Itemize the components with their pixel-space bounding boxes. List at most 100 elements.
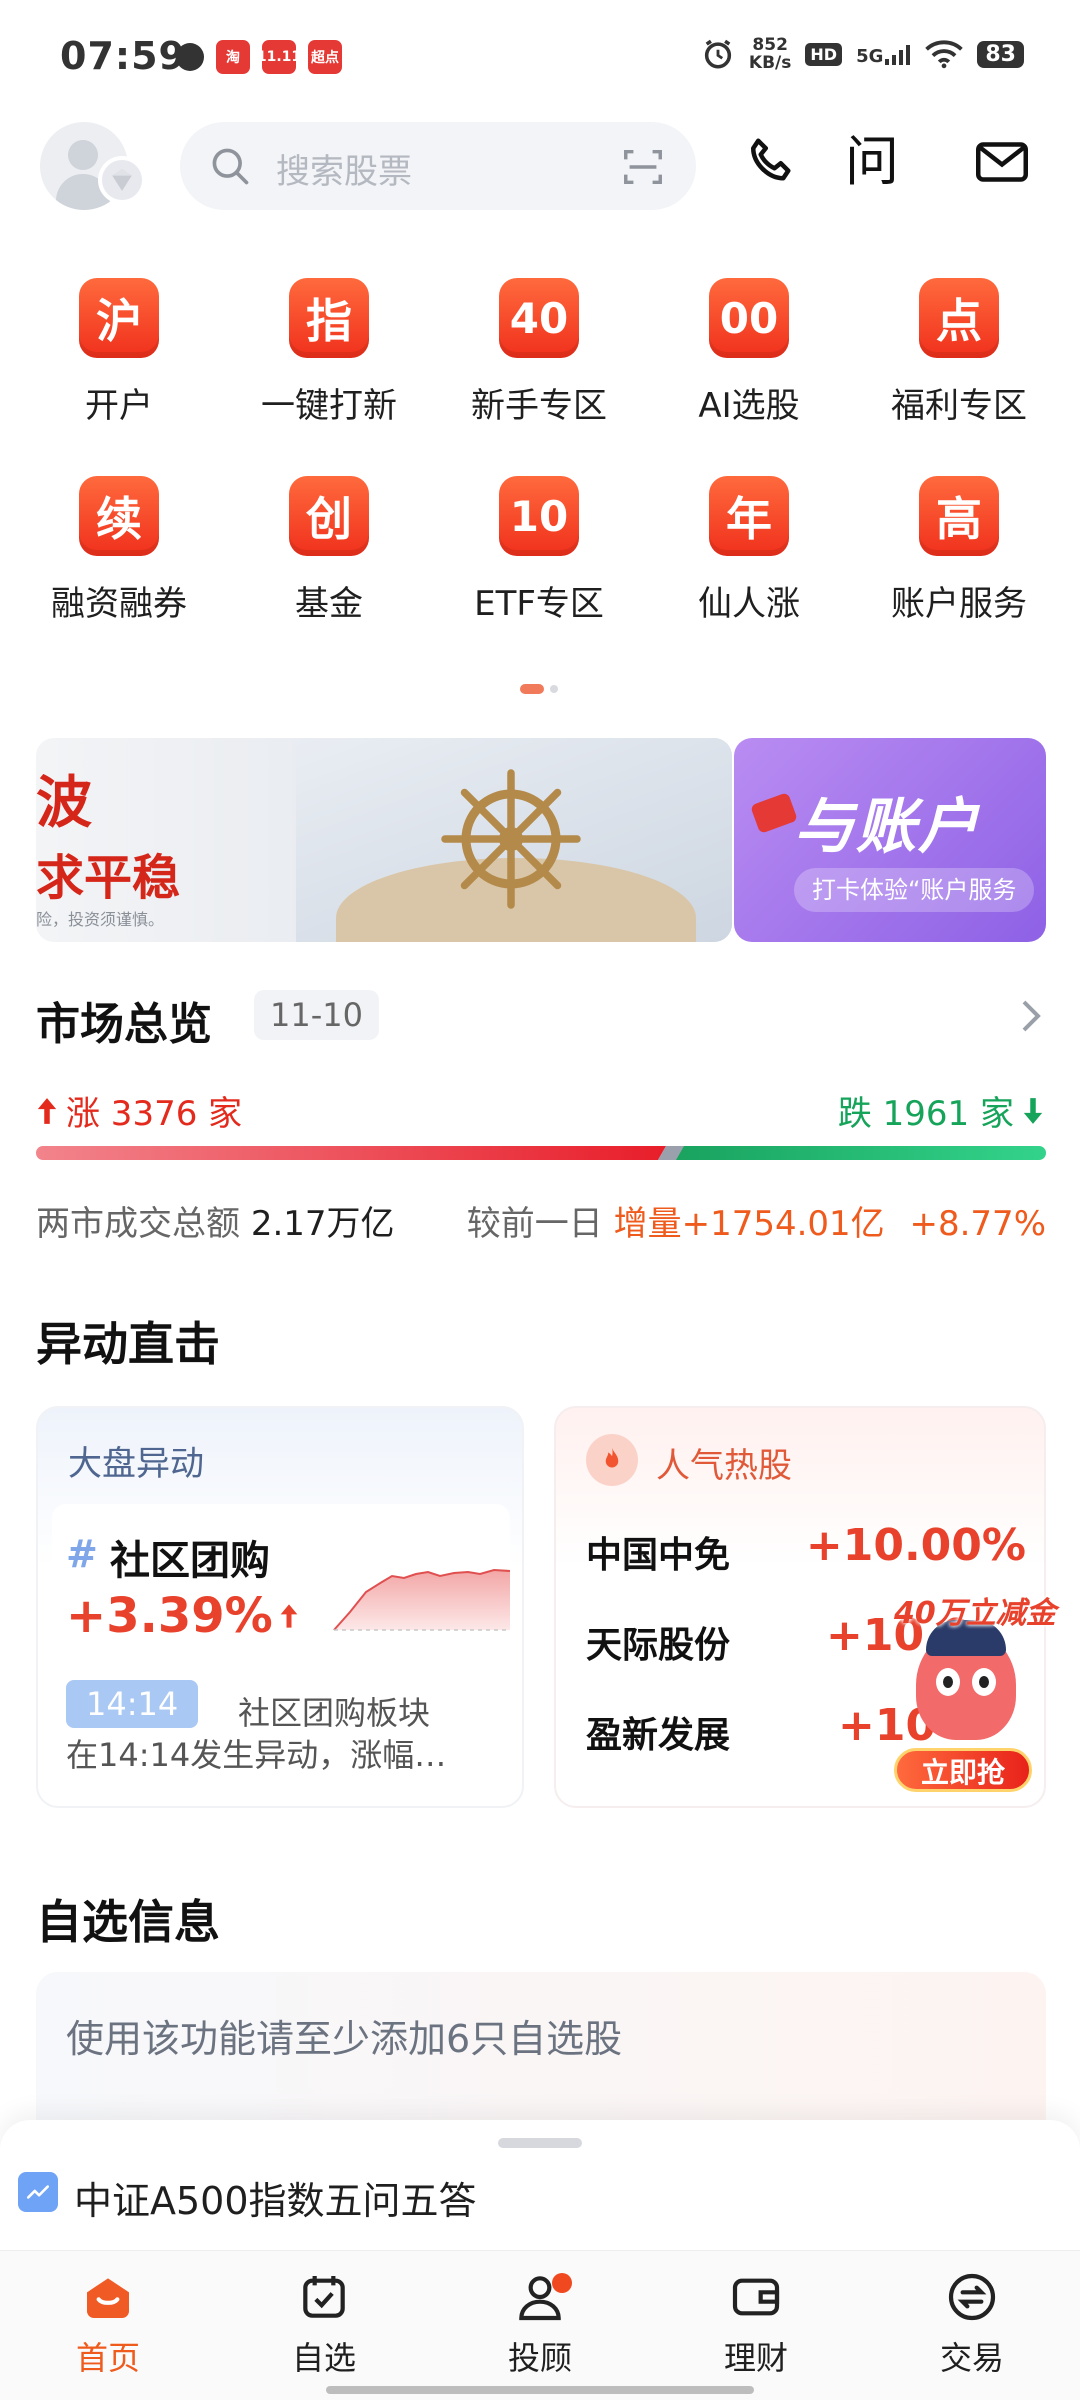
promo-float-widget[interactable]: 40万立减金 立即抢 [886, 1586, 1056, 1796]
hashtag-icon: # [66, 1532, 98, 1576]
search-icon [212, 148, 249, 185]
fund-icon: 创 [289, 476, 369, 556]
sheet-drag-handle[interactable] [498, 2138, 582, 2148]
sheet-headline: 中证A500指数五问五答 [74, 2179, 477, 2223]
grid-item-benefits[interactable]: 点 福利专区 [854, 278, 1064, 427]
turnover-compare: 较前一日 增量+1754.01亿 +8.77% [466, 1204, 1046, 1244]
open-account-icon: 沪 [79, 278, 159, 358]
anomaly-time-badge: 14:14 [66, 1680, 199, 1728]
banner1-subheadline: 求平稳 [36, 850, 181, 906]
promo-tag: 40万立减金 [894, 1596, 1056, 1631]
arrow-up-icon [280, 1604, 298, 1628]
mail-icon[interactable] [972, 132, 1032, 192]
home-icon [87, 2278, 129, 2318]
trend-chart-icon [18, 2172, 58, 2212]
network-speed: 852 KB/s [748, 35, 792, 73]
search-placeholder: 搜索股票 [276, 152, 412, 192]
decliners-count: 跌 1961 家 [838, 1086, 1044, 1135]
hot-stock-row[interactable]: 中国中免 +10.00% [586, 1520, 1026, 1586]
chevron-right-icon[interactable] [1018, 996, 1046, 1036]
nav-wealth[interactable]: 理财 [676, 2269, 836, 2379]
banner-steady-investing[interactable]: 波 求平稳 险，投资须谨慎。 [36, 738, 732, 942]
nav-home[interactable]: 首页 [28, 2269, 188, 2379]
shopping-app-icon: 11.11 [257, 40, 301, 74]
market-anomaly-title: 大盘异动 [68, 1444, 204, 1484]
grid-item-ipo[interactable]: 指 一键打新 [224, 278, 434, 427]
phone-icon[interactable] [742, 132, 802, 192]
advance-segment [36, 1146, 666, 1160]
cellular-signal-icon: 5G [856, 43, 911, 66]
nav-trade[interactable]: 交易 [892, 2269, 1052, 2379]
grid-item-xianrenzhang[interactable]: 年 仙人涨 [644, 476, 854, 625]
fire-icon [586, 1434, 638, 1486]
home-indicator [326, 2386, 754, 2394]
arrow-up-icon [37, 1097, 57, 1124]
red-envelope-icon [750, 792, 798, 834]
status-bar: 07:59 淘 11.11 超点 852 KB/s HD 5G 83 [0, 0, 1080, 110]
wen-icon[interactable]: 问 [842, 132, 902, 192]
grab-now-button[interactable]: 立即抢 [894, 1748, 1032, 1792]
grid-item-etf[interactable]: 10 ETF专区 [434, 476, 644, 625]
hot-stocks-title: 人气热股 [656, 1446, 792, 1486]
benefits-icon: 点 [919, 278, 999, 358]
arrow-down-icon [1023, 1097, 1043, 1124]
search-input[interactable]: 搜索股票 [180, 122, 696, 210]
banner2-title: 与账户 [794, 792, 980, 862]
grid-item-margin[interactable]: 续 融资融券 [14, 476, 224, 625]
news-bottom-sheet[interactable]: 中证A500指数五问五答 [0, 2120, 1080, 2250]
member-level-badge-icon [98, 156, 146, 204]
grid-item-open-account[interactable]: 沪 开户 [14, 278, 224, 427]
market-overview-title: 市场总览 [36, 999, 212, 1050]
system-status: 852 KB/s HD 5G 83 [701, 36, 1024, 72]
account-service-icon: 高 [919, 476, 999, 556]
network-indicator-icon [176, 43, 204, 71]
turnover-total: 两市成交总额 2.17万亿 [36, 1204, 395, 1244]
banner-account-service[interactable]: 与账户 打卡体验“账户服务 [734, 738, 1046, 942]
anomaly-section-title: 异动直击 [36, 1317, 220, 1371]
margin-trading-icon: 续 [79, 476, 159, 556]
wallet-icon [732, 2278, 780, 2316]
grid-item-ai-picks[interactable]: 00 AI选股 [644, 278, 854, 427]
sector-sparkline [333, 1568, 511, 1631]
trade-icon [948, 2273, 996, 2321]
advance-decline-bar [36, 1146, 1046, 1160]
newbie-icon: 40 [499, 278, 579, 358]
grid-item-fund[interactable]: 创 基金 [224, 476, 434, 625]
alarm-icon [704, 39, 732, 69]
taobao-app-icon: 淘 [216, 40, 250, 74]
battery-indicator: 83 [977, 40, 1024, 68]
anomaly-desc-line1: 社区团购板块 [238, 1694, 431, 1732]
sector-change: +3.39% [66, 1588, 299, 1644]
notification-dot [552, 2273, 572, 2293]
advancers-count: 涨 3376 家 [36, 1086, 242, 1135]
chaodian-app-icon: 超点 [308, 40, 342, 74]
mascot-icon [916, 1620, 1016, 1740]
notification-icons: 淘 11.11 超点 [176, 40, 342, 74]
xianrenzhang-icon: 年 [709, 476, 789, 556]
watchlist-section-title: 自选信息 [36, 1895, 220, 1949]
watchlist-empty-message: 使用该功能请至少添加6只自选股 [66, 2017, 623, 2061]
market-anomaly-card[interactable]: 大盘异动 # 社区团购 +3.39% 14:14 社区团购板块 在14:14发生… [36, 1406, 524, 1808]
ipo-icon: 指 [289, 278, 369, 358]
top-header: 搜索股票 问 [0, 118, 1080, 218]
nav-watchlist[interactable]: 自选 [244, 2269, 404, 2379]
wifi-icon [925, 40, 964, 69]
ai-picks-icon: 00 [709, 278, 789, 358]
nav-advisor[interactable]: 投顾 [460, 2269, 620, 2379]
grid-page-indicator [520, 684, 558, 694]
sector-name: 社区团购 [110, 1538, 270, 1584]
scan-icon[interactable] [620, 144, 666, 190]
ship-wheel-icon [441, 769, 581, 909]
grid-item-newbie[interactable]: 40 新手专区 [434, 278, 644, 427]
decline-segment [676, 1146, 1046, 1160]
market-date-badge: 11-10 [254, 990, 379, 1040]
banner2-subtitle: 打卡体验“账户服务 [794, 868, 1035, 912]
etf-icon: 10 [499, 476, 579, 556]
anomaly-desc-line2: 在14:14发生异动，涨幅… [66, 1736, 447, 1774]
grid-item-account-service[interactable]: 高 账户服务 [854, 476, 1064, 625]
hd-badge: HD [805, 42, 843, 66]
bottom-navigation: 首页 自选 投顾 理财 交易 [0, 2250, 1080, 2400]
status-time: 07:59 [60, 34, 186, 78]
banner1-headline: 波 [36, 770, 92, 836]
banner1-disclaimer: 险，投资须谨慎。 [36, 910, 165, 929]
